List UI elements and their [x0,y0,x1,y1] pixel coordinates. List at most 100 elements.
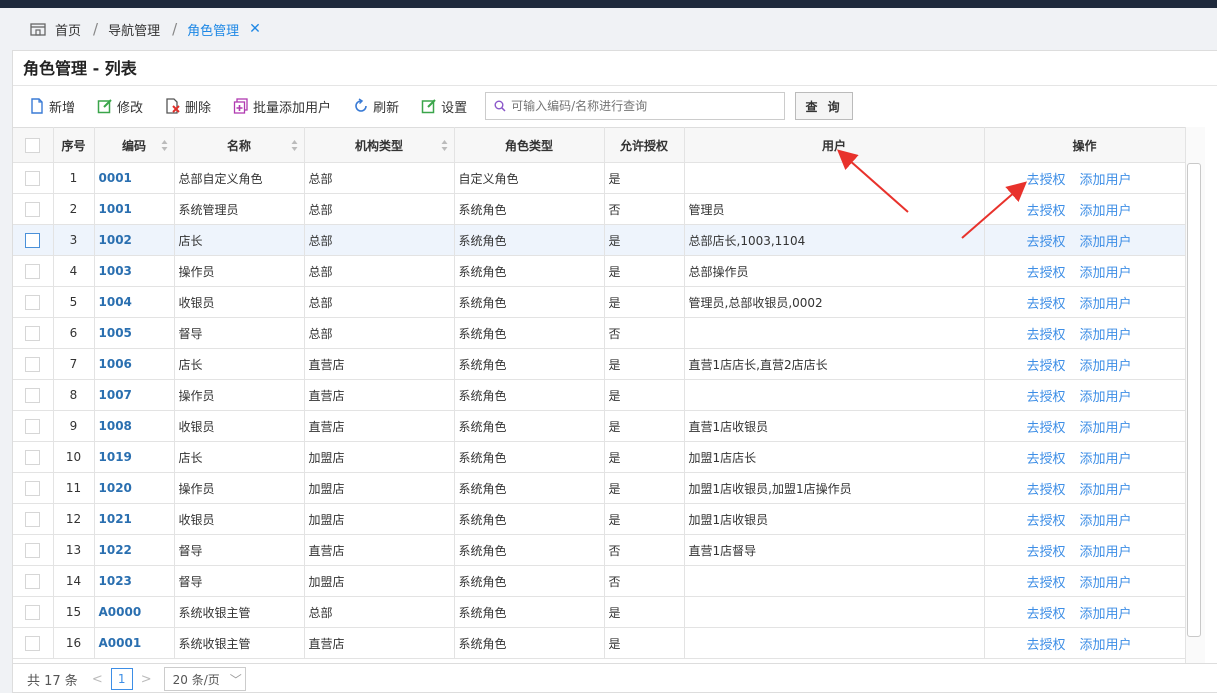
col-header-org-type[interactable]: 机构类型 [304,127,455,163]
table-row[interactable]: 10 1019 店长 加盟店 系统角色是加盟1店店长 去授权 添加用户 [13,441,1186,473]
authorize-link[interactable]: 去授权 [1027,359,1066,374]
authorize-link[interactable]: 去授权 [1027,204,1066,219]
add-user-link[interactable]: 添加用户 [1080,421,1132,436]
vertical-scrollbar-thumb[interactable] [1187,163,1201,637]
col-header-name[interactable]: 名称 [174,127,305,163]
table-row[interactable]: 5 1004 收银员 总部 系统角色是管理员,总部收银员,0002 去授权 添加用户 [13,286,1186,318]
row-checkbox[interactable] [25,325,41,341]
row-number: 4 [53,255,95,287]
authorize-link[interactable]: 去授权 [1027,638,1066,653]
breadcrumb-nav[interactable]: 导航管理 / [108,20,177,39]
row-checkbox[interactable] [25,418,41,434]
table-row[interactable]: 1 0001 总部自定义角色 总部 自定义角色是去授权 添加用户 [13,162,1186,194]
row-checkbox[interactable] [25,170,41,186]
close-icon[interactable]: ✕ [249,21,261,37]
row-checkbox[interactable] [25,449,41,465]
table-row[interactable]: 12 1021 收银员 加盟店 系统角色是加盟1店收银员 去授权 添加用户 [13,503,1186,535]
row-checkbox[interactable] [25,263,41,279]
row-checkbox[interactable] [25,201,41,217]
add-user-link[interactable]: 添加用户 [1080,328,1132,343]
row-checkbox[interactable] [25,356,41,372]
add-user-link[interactable]: 添加用户 [1080,235,1132,250]
sort-icon[interactable] [441,139,448,152]
breadcrumb-home[interactable]: 首页 / [30,20,98,39]
batch-add-user-button[interactable]: 批量添加用户 [233,97,331,116]
authorize-link[interactable]: 去授权 [1027,328,1066,343]
select-all-checkbox[interactable] [25,137,41,153]
add-user-link[interactable]: 添加用户 [1080,576,1132,591]
authorize-link[interactable]: 去授权 [1027,390,1066,405]
row-checkbox[interactable] [25,542,41,558]
add-user-link[interactable]: 添加用户 [1080,204,1132,219]
search-input[interactable] [511,99,772,113]
row-checkbox[interactable] [25,232,41,248]
col-header-code[interactable]: 编码 [94,127,175,163]
sort-icon[interactable] [291,139,298,152]
add-user-link[interactable]: 添加用户 [1080,638,1132,653]
add-user-link[interactable]: 添加用户 [1080,514,1132,529]
add-button[interactable]: 新增 [29,97,75,116]
table-row[interactable]: 11 1020 操作员 加盟店 系统角色是加盟1店收银员,加盟1店操作员 去授权 添加用户 [13,472,1186,504]
row-checkbox[interactable] [25,604,41,620]
authorize-link[interactable]: 去授权 [1027,514,1066,529]
authorize-link[interactable]: 去授权 [1027,421,1066,436]
row-org-type: 直营店 [304,627,455,659]
row-code: 1008 [94,410,175,442]
row-users [684,627,985,659]
table-row[interactable]: 7 1006 店长 直营店 系统角色是直营1店店长,直营2店店长 去授权 添加用户 [13,348,1186,380]
table-row[interactable]: 4 1003 操作员 总部 系统角色是总部操作员 去授权 添加用户 [13,255,1186,287]
next-page-button[interactable]: > [141,672,152,687]
add-user-link[interactable]: 添加用户 [1080,266,1132,281]
table-row[interactable]: 15 A0000 系统收银主管 总部 系统角色是 去授权 添加用户 [13,596,1186,628]
add-user-link[interactable]: 添加用户 [1080,297,1132,312]
edit-button[interactable]: 修改 [97,97,143,116]
authorize-link[interactable]: 去授权 [1027,235,1066,250]
table-row[interactable]: 9 1008 收银员 直营店 系统角色是直营1店收银员 去授权 添加用户 [13,410,1186,442]
settings-button[interactable]: 设置 [421,97,467,116]
col-header-ops: 操作 [984,127,1186,163]
table-row[interactable]: 14 1023 督导 加盟店 系统角色否 去授权 添加用户 [13,565,1186,597]
authorize-link[interactable]: 去授权 [1027,576,1066,591]
table-row[interactable]: 3 1002 店长 总部 系统角色是总部店长,1003,1104 去授权 添加用户 [13,224,1186,256]
authorize-link[interactable]: 去授权 [1027,483,1066,498]
delete-button[interactable]: 删除 [165,97,211,116]
sort-icon[interactable] [161,139,168,152]
table-row[interactable]: 16 A0001 系统收银主管 直营店 系统角色是 去授权 添加用户 [13,627,1186,659]
table-row[interactable]: 2 1001 系统管理员 总部 系统角色否管理员 去授权 添加用户 [13,193,1186,225]
row-checkbox[interactable] [25,294,41,310]
row-checkbox[interactable] [25,573,41,589]
row-checkbox[interactable] [25,635,41,651]
table-row[interactable]: 8 1007 操作员 直营店 系统角色是 去授权 添加用户 [13,379,1186,411]
top-bar [0,0,1217,8]
row-users [684,596,985,628]
row-checkbox[interactable] [25,387,41,403]
table-row[interactable]: 6 1005 督导 总部 系统角色否 去授权 添加用户 [13,317,1186,349]
add-user-link[interactable]: 添加用户 [1080,173,1132,188]
add-user-link[interactable]: 添加用户 [1080,607,1132,622]
row-org-type: 直营店 [304,410,455,442]
authorize-link[interactable]: 去授权 [1027,545,1066,560]
query-button[interactable]: 查 询 [795,92,854,120]
table-row[interactable]: 13 1022 督导 直营店 系统角色否直营1店督导 去授权 添加用户 [13,534,1186,566]
page-number-button[interactable]: 1 [110,668,133,690]
authorize-link[interactable]: 去授权 [1027,452,1066,467]
row-checkbox[interactable] [25,480,41,496]
search-box[interactable] [485,92,786,120]
row-code: 1004 [94,286,175,318]
col-header-name-label: 名称 [226,138,251,153]
breadcrumb-current-tab[interactable]: 角色管理 ✕ [187,20,261,39]
authorize-link[interactable]: 去授权 [1027,607,1066,622]
page-size-select[interactable]: 20 条/页 ﹀ [163,667,246,691]
add-user-link[interactable]: 添加用户 [1080,545,1132,560]
add-user-link[interactable]: 添加用户 [1080,483,1132,498]
prev-page-button[interactable]: < [92,672,103,687]
add-user-link[interactable]: 添加用户 [1080,452,1132,467]
authorize-link[interactable]: 去授权 [1027,297,1066,312]
row-code: A0001 [94,627,175,659]
authorize-link[interactable]: 去授权 [1027,173,1066,188]
add-user-link[interactable]: 添加用户 [1080,359,1132,374]
refresh-button[interactable]: 刷新 [353,97,399,116]
row-checkbox[interactable] [25,511,41,527]
authorize-link[interactable]: 去授权 [1027,266,1066,281]
add-user-link[interactable]: 添加用户 [1080,390,1132,405]
